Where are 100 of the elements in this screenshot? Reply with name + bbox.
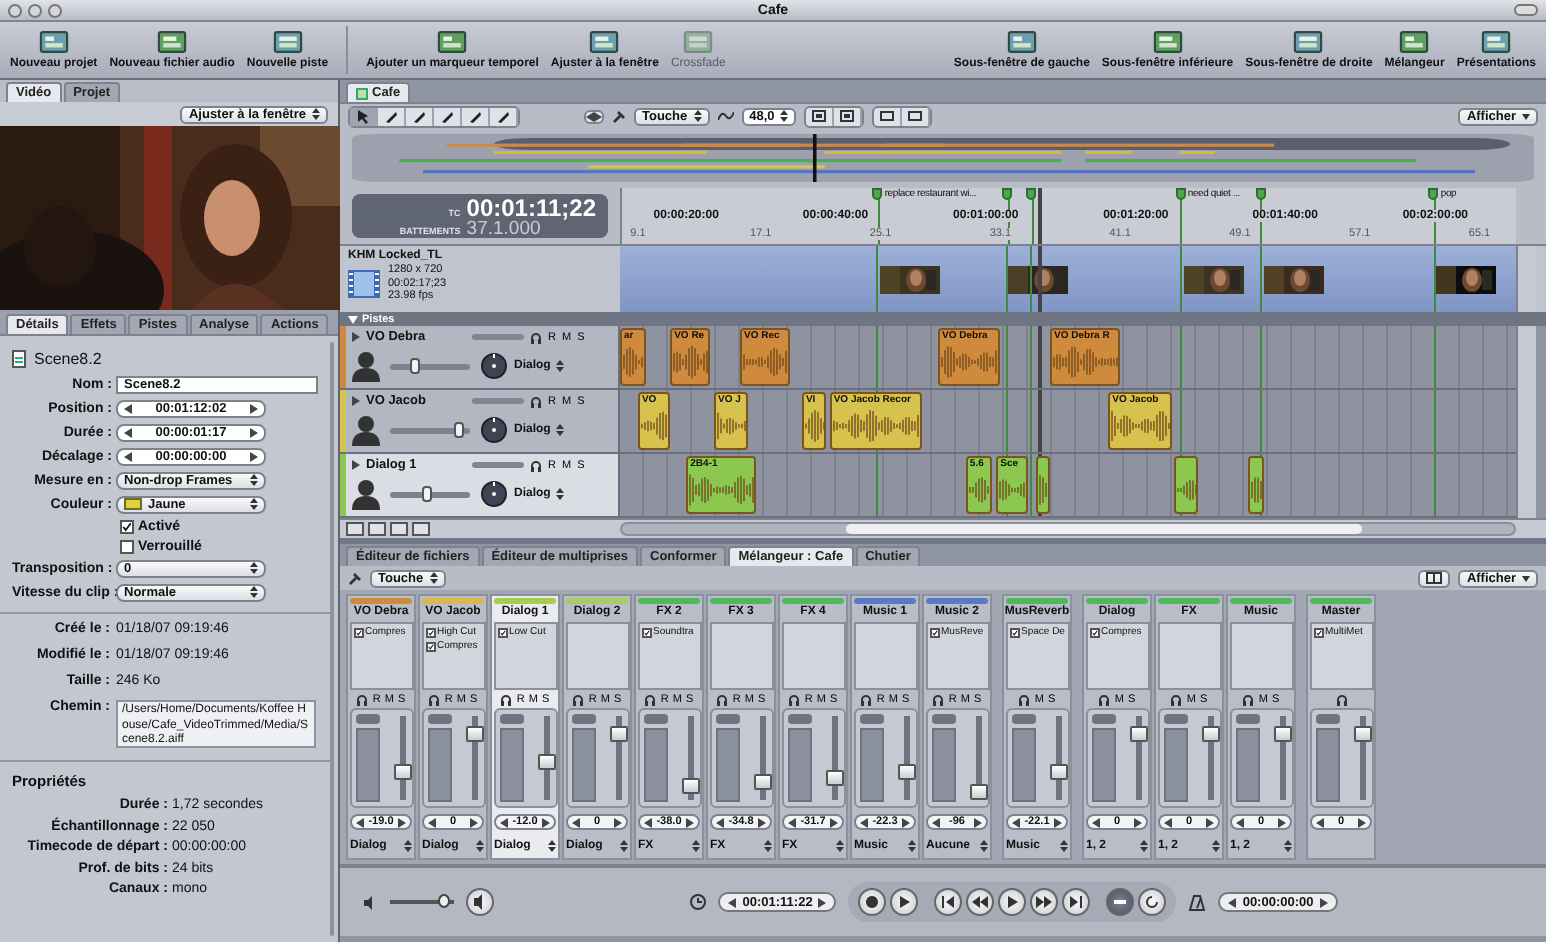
toolbar-toggle-button[interactable] [1514,4,1538,16]
checkbox[interactable] [425,627,435,637]
overview-drawing[interactable] [352,134,1534,182]
headphones-icon[interactable] [860,693,873,705]
headphones-icon[interactable] [1170,693,1183,705]
marker-flag-icon[interactable] [1428,188,1439,200]
fader-thumb[interactable] [681,777,699,794]
fader-track[interactable] [1201,716,1219,800]
decrement-icon[interactable] [1012,817,1020,827]
sync-button[interactable] [1138,888,1167,916]
headphones-icon[interactable] [530,459,542,471]
fader-track[interactable] [1129,716,1147,800]
slider-thumb[interactable] [438,894,451,908]
fader-track[interactable] [609,716,627,800]
decrement-icon[interactable] [1164,817,1172,827]
increment-icon[interactable] [1319,897,1328,907]
peak-button[interactable] [1163,714,1187,724]
peak-button[interactable] [571,714,595,724]
checkbox[interactable] [1313,627,1323,637]
increment-icon[interactable] [470,817,478,827]
increment-icon[interactable] [901,817,910,827]
increment-icon[interactable] [614,817,622,827]
view-toggle-button[interactable] [874,107,903,125]
cycle-button[interactable] [1106,888,1135,916]
decrement-icon[interactable] [500,817,508,827]
headphones-icon[interactable] [1242,693,1255,705]
fader-track[interactable] [465,716,483,800]
peak-button[interactable] [931,714,955,724]
fader-thumb[interactable] [753,773,771,790]
increment-icon[interactable] [1053,817,1062,827]
vertical-scrollbar[interactable] [330,342,334,936]
decrement-icon[interactable] [716,817,724,827]
view-toggle-button[interactable] [902,107,931,125]
increment-icon[interactable] [1358,817,1366,827]
rewind-button[interactable] [966,888,995,916]
disclosure-triangle-icon[interactable] [352,396,360,406]
volume-slider[interactable] [390,427,470,433]
fader-track[interactable] [537,716,555,800]
marker-flag-icon[interactable] [872,188,883,200]
view-toggle-button[interactable] [806,107,835,125]
headphones-icon[interactable] [530,395,542,407]
fader-track[interactable] [969,716,987,800]
increment-icon[interactable] [973,817,982,827]
previous-icon[interactable] [586,111,594,121]
go-to-end-button[interactable] [1062,888,1091,916]
peak-button[interactable] [859,714,883,724]
headphones-icon[interactable] [572,693,585,705]
horizontal-scrollbar[interactable] [620,522,1516,536]
marker-flag-icon[interactable] [1255,188,1266,200]
checkbox[interactable] [425,641,435,651]
volume-slider[interactable] [390,363,470,369]
decrement-icon[interactable] [728,897,737,907]
fader-track[interactable] [1049,716,1067,800]
fader-track[interactable] [753,716,771,800]
increment-icon[interactable] [397,817,406,827]
view-toggle-button[interactable] [834,107,863,125]
checkbox[interactable] [641,627,651,637]
fader-thumb[interactable] [537,753,555,770]
peak-button[interactable] [355,714,379,724]
checkbox[interactable] [929,627,939,637]
checkbox[interactable] [120,519,134,533]
volume-slider[interactable] [390,491,470,497]
slider-thumb[interactable] [409,357,419,373]
fader-thumb[interactable] [465,726,483,743]
pan-knob-icon[interactable] [480,352,508,380]
minimize-button[interactable] [28,3,42,17]
fader-track[interactable] [681,716,699,800]
increment-icon[interactable] [541,817,550,827]
fader-thumb[interactable] [1353,726,1371,743]
headphones-icon[interactable] [1018,693,1031,705]
headphones-icon[interactable] [500,693,513,705]
headphones-icon[interactable] [428,693,441,705]
tool-button[interactable] [350,107,378,125]
headphones-icon[interactable] [788,693,801,705]
slider-thumb[interactable] [453,421,463,437]
record-button[interactable] [858,888,887,916]
next-icon[interactable] [594,111,602,121]
peak-button[interactable] [427,714,451,724]
fader-track[interactable] [825,716,843,800]
fader-track[interactable] [393,716,411,800]
marker-flag-icon[interactable] [1002,188,1013,200]
decrement-icon[interactable] [428,817,436,827]
decrement-icon[interactable] [124,427,132,437]
fader-thumb[interactable] [897,763,915,780]
peak-button[interactable] [643,714,667,724]
play-button[interactable] [998,888,1027,916]
increment-icon[interactable] [757,817,766,827]
decrement-icon[interactable] [860,817,868,827]
vertical-scrollbar[interactable] [1516,326,1536,518]
checkbox[interactable] [1089,627,1099,637]
headphones-icon[interactable] [644,693,657,705]
play-from-start-button[interactable] [890,888,919,916]
checkbox[interactable] [1009,627,1019,637]
go-to-start-button[interactable] [934,888,963,916]
fader-thumb[interactable] [609,726,627,743]
fader-thumb[interactable] [969,784,987,800]
fast-forward-button[interactable] [1030,888,1059,916]
headphones-icon[interactable] [716,693,729,705]
decrement-icon[interactable] [1092,817,1100,827]
decrement-icon[interactable] [644,817,652,827]
